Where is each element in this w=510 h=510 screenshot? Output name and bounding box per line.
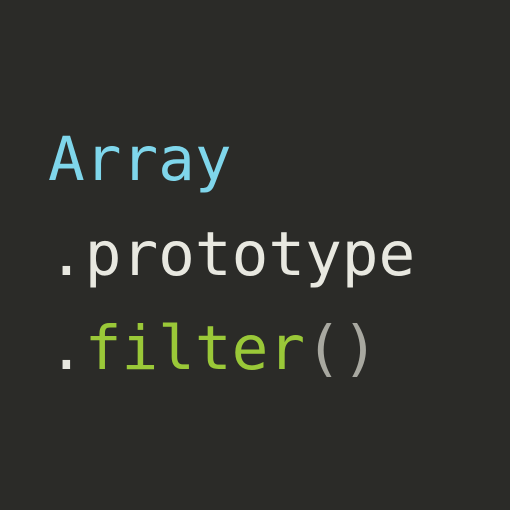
code-line-3: .filter() <box>48 302 510 397</box>
parentheses: () <box>305 313 378 384</box>
code-line-2: .prototype <box>48 208 510 303</box>
method-identifier: filter <box>85 313 305 384</box>
dot-operator: . <box>48 219 85 290</box>
dot-operator: . <box>48 313 85 384</box>
class-identifier: Array <box>48 124 232 195</box>
code-line-1: Array <box>48 113 510 208</box>
property-identifier: prototype <box>85 219 416 290</box>
